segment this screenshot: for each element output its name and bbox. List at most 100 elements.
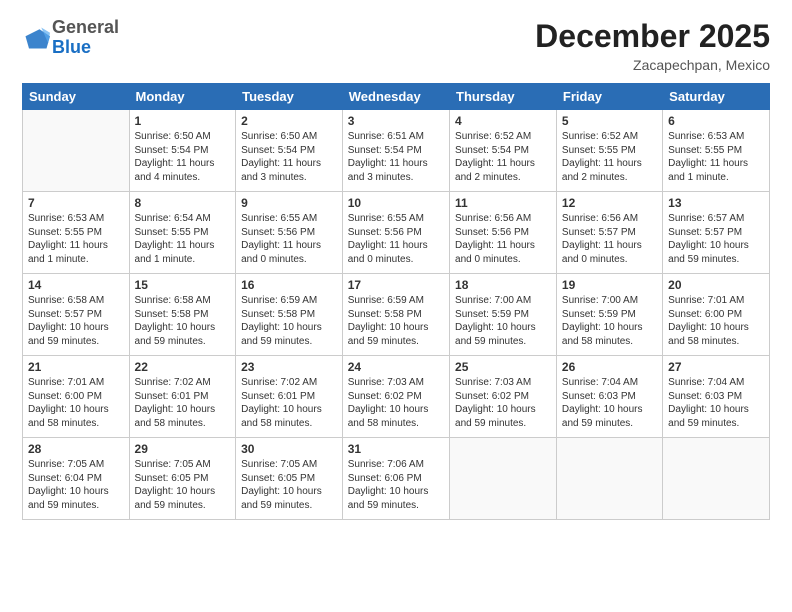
day-number: 25 [455,360,551,374]
calendar-cell: 13 Sunrise: 6:57 AM Sunset: 5:57 PM Dayli… [663,192,770,274]
day-info: Sunrise: 7:05 AM Sunset: 6:05 PM Dayligh… [135,458,231,512]
day-number: 23 [241,360,337,374]
calendar-cell [556,438,662,520]
day-number: 7 [28,196,124,210]
calendar-header-row: SundayMondayTuesdayWednesdayThursdayFrid… [23,84,770,110]
calendar-cell: 10 Sunrise: 6:55 AM Sunset: 5:56 PM Dayli… [342,192,449,274]
day-number: 15 [135,278,231,292]
weekday-header-saturday: Saturday [663,84,770,110]
week-row-5: 28 Sunrise: 7:05 AM Sunset: 6:04 PM Dayli… [23,438,770,520]
day-info: Sunrise: 7:02 AM Sunset: 6:01 PM Dayligh… [135,376,231,430]
calendar-cell: 9 Sunrise: 6:55 AM Sunset: 5:56 PM Daylig… [236,192,343,274]
calendar-cell: 26 Sunrise: 7:04 AM Sunset: 6:03 PM Dayli… [556,356,662,438]
calendar-cell: 4Sunrise: 6:52 AM Sunset: 5:54 PM Daylig… [450,110,557,192]
calendar-cell: 16Sunrise: 6:59 AM Sunset: 5:58 PM Dayli… [236,274,343,356]
calendar-cell: 6Sunrise: 6:53 AM Sunset: 5:55 PM Daylig… [663,110,770,192]
day-number: 31 [348,442,444,456]
day-number: 5 [562,114,657,128]
day-number: 9 [241,196,337,210]
day-info: Sunrise: 7:04 AM Sunset: 6:03 PM Dayligh… [562,376,657,430]
week-row-2: 7 Sunrise: 6:53 AM Sunset: 5:55 PM Daylig… [23,192,770,274]
calendar-cell: 20Sunrise: 7:01 AM Sunset: 6:00 PM Dayli… [663,274,770,356]
logo-general-text: General [52,17,119,37]
day-number: 24 [348,360,444,374]
calendar-cell [450,438,557,520]
calendar-cell: 15 Sunrise: 6:58 AM Sunset: 5:58 PM Dayli… [129,274,236,356]
page: General Blue December 2025 Zacapechpan, … [0,0,792,612]
calendar-cell: 18Sunrise: 7:00 AM Sunset: 5:59 PM Dayli… [450,274,557,356]
logo-blue-text: Blue [52,37,91,57]
day-number: 8 [135,196,231,210]
calendar-cell: 2Sunrise: 6:50 AM Sunset: 5:54 PM Daylig… [236,110,343,192]
day-info: Sunrise: 7:02 AM Sunset: 6:01 PM Dayligh… [241,376,337,430]
day-info: Sunrise: 7:03 AM Sunset: 6:02 PM Dayligh… [455,376,551,430]
day-number: 28 [28,442,124,456]
day-info: Sunrise: 6:58 AM Sunset: 5:58 PM Dayligh… [135,294,231,348]
day-number: 10 [348,196,444,210]
calendar-cell: 30 Sunrise: 7:05 AM Sunset: 6:05 PM Dayli… [236,438,343,520]
day-number: 3 [348,114,444,128]
day-info: Sunrise: 7:05 AM Sunset: 6:04 PM Dayligh… [28,458,124,512]
day-info: Sunrise: 7:01 AM Sunset: 6:00 PM Dayligh… [28,376,124,430]
calendar-cell: 3 Sunrise: 6:51 AM Sunset: 5:54 PM Daylig… [342,110,449,192]
day-number: 1 [135,114,231,128]
calendar-cell: 21 Sunrise: 7:01 AM Sunset: 6:00 PM Dayli… [23,356,130,438]
day-info: Sunrise: 6:55 AM Sunset: 5:56 PM Dayligh… [348,212,444,266]
calendar-cell: 29 Sunrise: 7:05 AM Sunset: 6:05 PM Dayli… [129,438,236,520]
day-number: 29 [135,442,231,456]
calendar-cell [23,110,130,192]
day-number: 11 [455,196,551,210]
weekday-header-monday: Monday [129,84,236,110]
location: Zacapechpan, Mexico [535,57,770,73]
day-info: Sunrise: 6:56 AM Sunset: 5:57 PM Dayligh… [562,212,657,266]
calendar-cell: 25 Sunrise: 7:03 AM Sunset: 6:02 PM Dayli… [450,356,557,438]
weekday-header-wednesday: Wednesday [342,84,449,110]
day-info: Sunrise: 6:52 AM Sunset: 5:54 PM Dayligh… [455,130,551,184]
day-number: 21 [28,360,124,374]
calendar-cell: 17Sunrise: 6:59 AM Sunset: 5:58 PM Dayli… [342,274,449,356]
calendar-cell: 14Sunrise: 6:58 AM Sunset: 5:57 PM Dayli… [23,274,130,356]
calendar-cell: 22Sunrise: 7:02 AM Sunset: 6:01 PM Dayli… [129,356,236,438]
calendar-cell [663,438,770,520]
calendar-cell: 31 Sunrise: 7:06 AM Sunset: 6:06 PM Dayli… [342,438,449,520]
month-title: December 2025 [535,18,770,55]
weekday-header-friday: Friday [556,84,662,110]
weekday-header-sunday: Sunday [23,84,130,110]
calendar-cell: 1 Sunrise: 6:50 AM Sunset: 5:54 PM Daylig… [129,110,236,192]
calendar-cell: 12Sunrise: 6:56 AM Sunset: 5:57 PM Dayli… [556,192,662,274]
week-row-1: 1 Sunrise: 6:50 AM Sunset: 5:54 PM Daylig… [23,110,770,192]
day-number: 6 [668,114,764,128]
day-info: Sunrise: 6:52 AM Sunset: 5:55 PM Dayligh… [562,130,657,184]
calendar-cell: 7 Sunrise: 6:53 AM Sunset: 5:55 PM Daylig… [23,192,130,274]
day-number: 20 [668,278,764,292]
calendar-cell: 11 Sunrise: 6:56 AM Sunset: 5:56 PM Dayli… [450,192,557,274]
weekday-header-tuesday: Tuesday [236,84,343,110]
calendar-cell: 8Sunrise: 6:54 AM Sunset: 5:55 PM Daylig… [129,192,236,274]
calendar-cell: 5 Sunrise: 6:52 AM Sunset: 5:55 PM Daylig… [556,110,662,192]
day-info: Sunrise: 7:00 AM Sunset: 5:59 PM Dayligh… [455,294,551,348]
logo-icon [22,24,50,52]
day-info: Sunrise: 6:53 AM Sunset: 5:55 PM Dayligh… [28,212,124,266]
day-info: Sunrise: 6:55 AM Sunset: 5:56 PM Dayligh… [241,212,337,266]
day-number: 13 [668,196,764,210]
day-info: Sunrise: 7:06 AM Sunset: 6:06 PM Dayligh… [348,458,444,512]
title-block: December 2025 Zacapechpan, Mexico [535,18,770,73]
calendar-cell: 27Sunrise: 7:04 AM Sunset: 6:03 PM Dayli… [663,356,770,438]
day-number: 27 [668,360,764,374]
day-info: Sunrise: 7:05 AM Sunset: 6:05 PM Dayligh… [241,458,337,512]
weekday-header-thursday: Thursday [450,84,557,110]
day-number: 2 [241,114,337,128]
calendar-cell: 28 Sunrise: 7:05 AM Sunset: 6:04 PM Dayli… [23,438,130,520]
day-number: 17 [348,278,444,292]
day-number: 30 [241,442,337,456]
day-info: Sunrise: 6:50 AM Sunset: 5:54 PM Dayligh… [135,130,231,184]
day-info: Sunrise: 6:59 AM Sunset: 5:58 PM Dayligh… [241,294,337,348]
day-info: Sunrise: 6:51 AM Sunset: 5:54 PM Dayligh… [348,130,444,184]
logo-text: General Blue [52,18,119,58]
day-number: 26 [562,360,657,374]
day-info: Sunrise: 6:57 AM Sunset: 5:57 PM Dayligh… [668,212,764,266]
calendar-table: SundayMondayTuesdayWednesdayThursdayFrid… [22,83,770,520]
day-info: Sunrise: 7:00 AM Sunset: 5:59 PM Dayligh… [562,294,657,348]
day-info: Sunrise: 6:56 AM Sunset: 5:56 PM Dayligh… [455,212,551,266]
calendar-cell: 24Sunrise: 7:03 AM Sunset: 6:02 PM Dayli… [342,356,449,438]
